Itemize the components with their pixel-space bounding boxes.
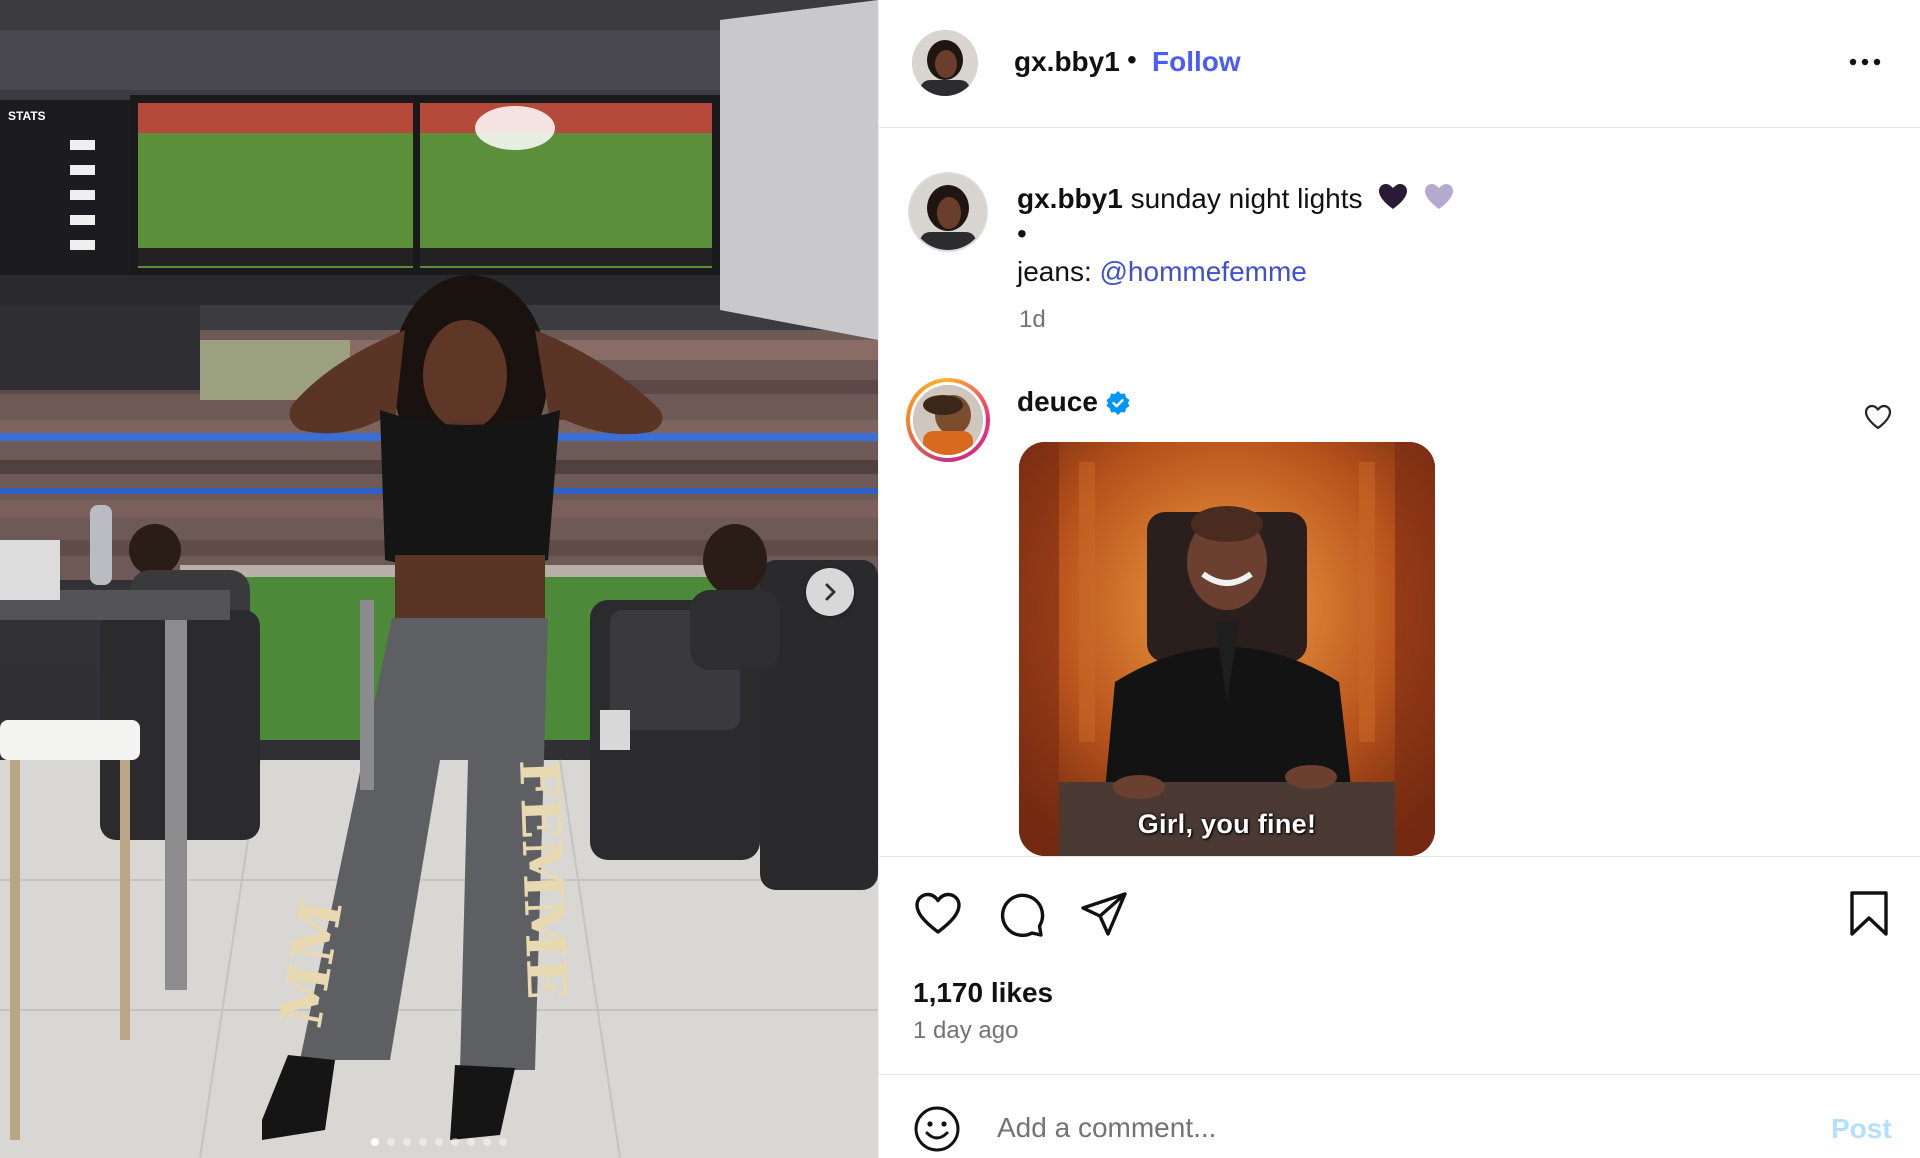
emoji-picker-button[interactable] [913,1105,961,1153]
black-heart-icon [1379,184,1408,209]
verified-badge-icon [1106,391,1130,415]
slide-dot[interactable] [387,1138,395,1146]
like-count[interactable]: 1,170 likes [913,977,1053,1009]
gif-caption: Girl, you fine! [1137,809,1317,839]
next-slide-button[interactable] [806,568,854,616]
comment-composer: Post [879,1074,1920,1158]
svg-text:FEMME: FEMME [507,758,579,1000]
post-photo: STATS MM FEMME [0,0,878,1158]
slide-dot[interactable] [403,1138,411,1146]
caption-author-avatar[interactable] [908,172,988,252]
slide-indicator [0,1138,878,1146]
author-username[interactable]: gx.bby1 [1014,46,1120,78]
caption-bullet: • [1017,218,1027,249]
slide-dot[interactable] [435,1138,443,1146]
more-horizontal-icon [1849,58,1881,66]
slide-dot[interactable] [419,1138,427,1146]
follow-button[interactable]: Follow [1152,46,1241,78]
post-details-panel: gx.bby1 • Follow gx.bby1 sunday night li… [878,0,1920,1158]
emoji-icon [914,1106,960,1152]
commenter-username[interactable]: deuce [1017,386,1098,418]
post-header: gx.bby1 • Follow [879,0,1920,128]
caption-timestamp: 1d [1019,306,1046,333]
slide-dot[interactable] [467,1138,475,1146]
commenter-avatar[interactable] [906,378,990,462]
post-comment-button[interactable]: Post [1831,1113,1892,1145]
share-button[interactable] [1078,888,1130,940]
caption-credit: jeans: @hommefemme [1017,256,1307,288]
post-caption: gx.bby1 sunday night lights [1017,180,1454,218]
mention-link[interactable]: @hommefemme [1100,256,1307,287]
send-icon [1081,892,1127,936]
comment-input[interactable] [997,1105,1757,1151]
gif-image [1019,442,1435,856]
comment-like-button[interactable] [1863,402,1893,432]
slide-dot[interactable] [483,1138,491,1146]
light-purple-heart-icon [1425,184,1454,209]
chevron-right-icon [825,583,836,601]
heart-icon [915,892,961,934]
slide-dot[interactable] [499,1138,507,1146]
like-button[interactable] [912,888,964,940]
caption-text: sunday night lights [1130,183,1363,214]
comment-icon [1000,893,1045,938]
author-avatar[interactable] [912,30,978,96]
save-button[interactable] [1843,888,1895,940]
post-media[interactable]: STATS MM FEMME [0,0,878,1158]
more-options-button[interactable] [1843,44,1887,80]
svg-text:STATS: STATS [8,109,46,123]
post-timestamp: 1 day ago [913,1017,1019,1044]
caption-username[interactable]: gx.bby1 [1017,183,1123,214]
post-actions: 1,170 likes 1 day ago [879,856,1920,1076]
bookmark-icon [1850,891,1888,936]
caption-credit-label: jeans: [1017,256,1092,287]
heart-outline-icon [1864,404,1892,430]
comment-gif[interactable]: Girl, you fine! [1019,442,1435,856]
slide-dot[interactable] [371,1138,379,1146]
header-separator: • [1127,44,1137,75]
comment-button[interactable] [995,888,1047,940]
slide-dot[interactable] [451,1138,459,1146]
